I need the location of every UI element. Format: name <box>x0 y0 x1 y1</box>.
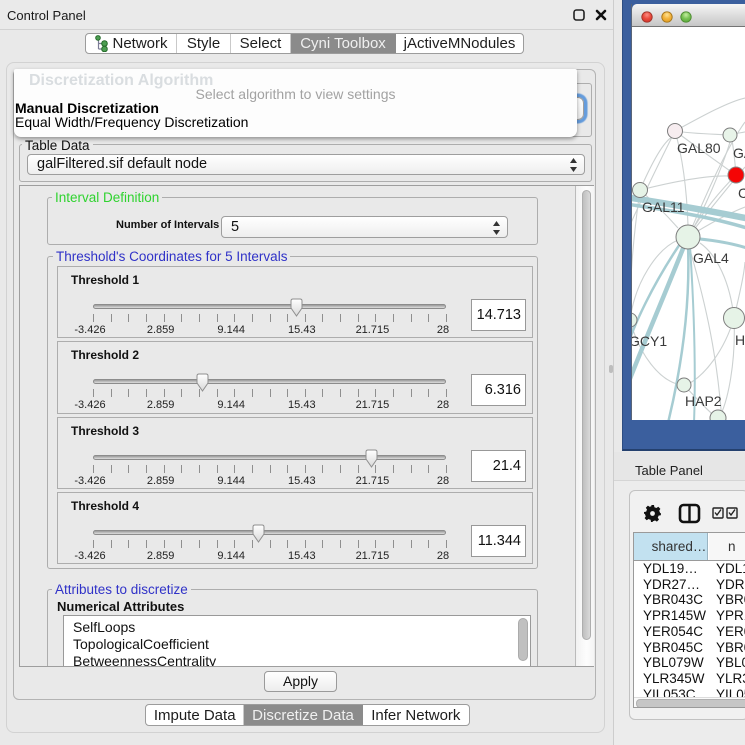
svg-text:GA: GA <box>733 145 745 161</box>
svg-text:GCY1: GCY1 <box>632 333 667 349</box>
svg-text:H: H <box>735 332 745 348</box>
svg-text:GAL80: GAL80 <box>677 140 721 156</box>
svg-text:GAL4: GAL4 <box>693 250 729 266</box>
svg-text:HAP2: HAP2 <box>685 393 722 409</box>
svg-text:GAL11: GAL11 <box>642 199 685 215</box>
svg-text:C: C <box>738 185 745 201</box>
